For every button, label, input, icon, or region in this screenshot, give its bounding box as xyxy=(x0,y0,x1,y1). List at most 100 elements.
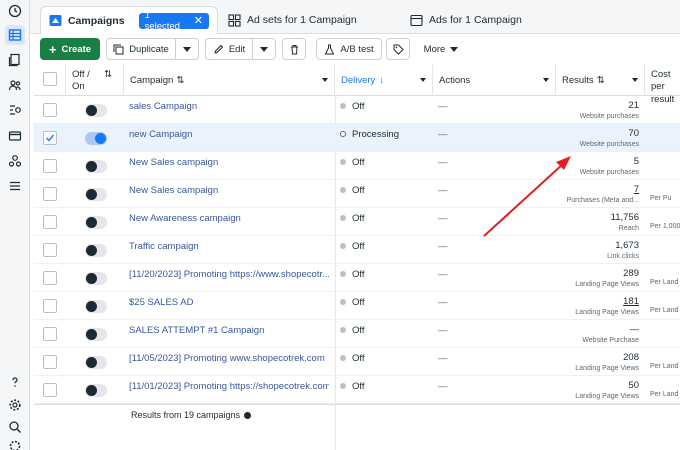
table-row[interactable]: [11/05/2023] Promoting www.shopecotrek.c… xyxy=(34,348,680,376)
selected-count: 1 selected xyxy=(144,9,180,32)
row-checkbox[interactable] xyxy=(43,355,57,369)
table-row[interactable]: New Sales campaign Off — 5 Website purch… xyxy=(34,152,680,180)
search-icon[interactable] xyxy=(5,417,25,437)
delete-button[interactable] xyxy=(282,38,306,60)
table-row[interactable]: new Campaign Processing — 70 Website pur… xyxy=(34,124,680,152)
results-label: Reach xyxy=(618,225,639,232)
account-overview-icon[interactable] xyxy=(5,1,25,21)
header-actions[interactable]: Actions xyxy=(433,64,556,96)
pages-icon[interactable] xyxy=(5,50,25,70)
delivery-status: Off xyxy=(340,292,365,320)
tab-campaigns[interactable]: Campaigns 1 selected ✕ xyxy=(40,6,218,34)
ads-card-icon xyxy=(410,14,423,26)
table-row[interactable]: [11/20/2023] Promoting https://www.shope… xyxy=(34,264,680,292)
table-row[interactable]: SALES ATTEMPT #1 Campaign Off — — Websit… xyxy=(34,320,680,348)
campaign-toggle[interactable] xyxy=(85,160,107,173)
events-manager-icon[interactable] xyxy=(5,100,25,120)
delivery-status: Off xyxy=(340,376,365,404)
results-label: Website purchases xyxy=(579,169,639,176)
header-results-label: Results xyxy=(562,74,594,86)
table-row[interactable]: New Sales campaign Off — 7 Purchases (Me… xyxy=(34,180,680,208)
campaign-toggle[interactable] xyxy=(85,356,107,369)
trash-icon xyxy=(290,44,298,54)
campaign-name-link[interactable]: New Awareness campaign xyxy=(129,208,329,236)
help-icon[interactable] xyxy=(5,372,25,392)
campaign-name-link[interactable]: New Sales campaign xyxy=(129,152,329,180)
campaign-toggle[interactable] xyxy=(85,300,107,313)
create-button[interactable]: + Create xyxy=(40,38,100,60)
campaign-toggle[interactable] xyxy=(85,272,107,285)
duplicate-button[interactable]: Duplicate xyxy=(106,38,176,60)
billing-icon[interactable] xyxy=(5,126,25,146)
row-checkbox[interactable] xyxy=(43,187,57,201)
row-checkbox[interactable] xyxy=(43,103,57,117)
row-checkbox[interactable] xyxy=(43,299,57,313)
table-row[interactable]: Traffic campaign Off — 1,673 Link clicks xyxy=(34,236,680,264)
toolbar: + Create Duplicate Edit A/B test More xyxy=(30,34,680,62)
campaign-name-link[interactable]: [11/20/2023] Promoting https://www.shope… xyxy=(129,264,329,292)
row-checkbox[interactable] xyxy=(43,215,57,229)
row-checkbox[interactable] xyxy=(43,327,57,341)
business-tools-icon[interactable] xyxy=(5,151,25,171)
audiences-icon[interactable] xyxy=(5,75,25,95)
actions-value: — xyxy=(438,101,448,112)
actions-value: — xyxy=(438,269,448,280)
campaign-toggle[interactable] xyxy=(85,244,107,257)
left-nav xyxy=(0,0,30,450)
info-icon[interactable] xyxy=(244,411,252,419)
campaign-toggle[interactable] xyxy=(85,188,107,201)
row-checkbox[interactable] xyxy=(43,271,57,285)
campaign-toggle[interactable] xyxy=(85,132,107,145)
table-row[interactable]: sales Campaign Off — 21 Website purchase… xyxy=(34,96,680,124)
header-campaign-label: Campaign xyxy=(130,74,174,86)
selected-badge[interactable]: 1 selected ✕ xyxy=(138,9,209,32)
edit-dropdown-button[interactable] xyxy=(252,38,276,60)
table-row[interactable]: [11/01/2023] Promoting https://shopecotr… xyxy=(34,376,680,404)
campaign-name-link[interactable]: sales Campaign xyxy=(129,96,329,124)
delivery-status-text: Off xyxy=(352,185,365,196)
campaign-name-link[interactable]: Traffic campaign xyxy=(129,236,329,264)
campaign-name-link[interactable]: SALES ATTEMPT #1 Campaign xyxy=(129,320,329,348)
campaign-name-link[interactable]: New Sales campaign xyxy=(129,180,329,208)
campaign-name-link[interactable]: new Campaign xyxy=(129,124,329,152)
cost-per-result-label: Per Land xyxy=(650,391,679,398)
campaign-name-link[interactable]: $25 SALES AD xyxy=(129,292,329,320)
clear-selection-icon[interactable]: ✕ xyxy=(194,14,203,27)
row-checkbox[interactable] xyxy=(43,159,57,173)
actions-value: — xyxy=(438,297,448,308)
campaign-toggle[interactable] xyxy=(85,328,107,341)
campaign-toggle[interactable] xyxy=(85,384,107,397)
table-row[interactable]: $25 SALES AD Off — 181 Landing Page View… xyxy=(34,292,680,320)
settings-gear-icon[interactable] xyxy=(5,395,25,415)
ab-test-button[interactable]: A/B test xyxy=(316,38,382,60)
campaign-name-link[interactable]: [11/05/2023] Promoting www.shopecotrek.c… xyxy=(129,348,329,376)
edit-button[interactable]: Edit xyxy=(205,38,253,60)
ab-test-label: A/B test xyxy=(340,43,374,55)
row-checkbox[interactable] xyxy=(43,243,57,257)
tag-button[interactable] xyxy=(386,38,410,60)
campaigns-table-icon[interactable] xyxy=(5,25,25,45)
campaign-toggle[interactable] xyxy=(85,104,107,117)
header-off-on[interactable]: Off / On ⇅ xyxy=(66,64,124,96)
header-delivery[interactable]: Delivery ↓ xyxy=(335,64,433,96)
tab-ads[interactable]: Ads for 1 Campaign xyxy=(402,6,574,34)
header-select-all[interactable] xyxy=(34,64,66,96)
results-value: 1,673 xyxy=(615,240,639,251)
header-cost-per-result[interactable]: Cost per result xyxy=(645,64,680,105)
select-all-checkbox[interactable] xyxy=(43,72,57,86)
more-button[interactable]: More xyxy=(418,38,464,60)
tab-adsets[interactable]: Ad sets for 1 Campaign xyxy=(220,6,392,34)
campaign-toggle[interactable] xyxy=(85,216,107,229)
row-checkbox[interactable] xyxy=(43,131,57,145)
menu-icon[interactable] xyxy=(5,176,25,196)
table-row[interactable]: New Awareness campaign Off — 11,756 Reac… xyxy=(34,208,680,236)
header-campaign[interactable]: Campaign ⇅ xyxy=(124,64,335,96)
tools-icon[interactable] xyxy=(5,436,25,450)
sort-descending-icon: ↓ xyxy=(379,74,385,86)
campaign-name-link[interactable]: [11/01/2023] Promoting https://shopecotr… xyxy=(129,376,329,404)
duplicate-dropdown-button[interactable] xyxy=(175,38,199,60)
header-results[interactable]: Results ⇅ xyxy=(556,64,645,96)
delivery-status-text: Off xyxy=(352,297,365,308)
row-checkbox[interactable] xyxy=(43,383,57,397)
status-dot-icon xyxy=(340,187,346,193)
